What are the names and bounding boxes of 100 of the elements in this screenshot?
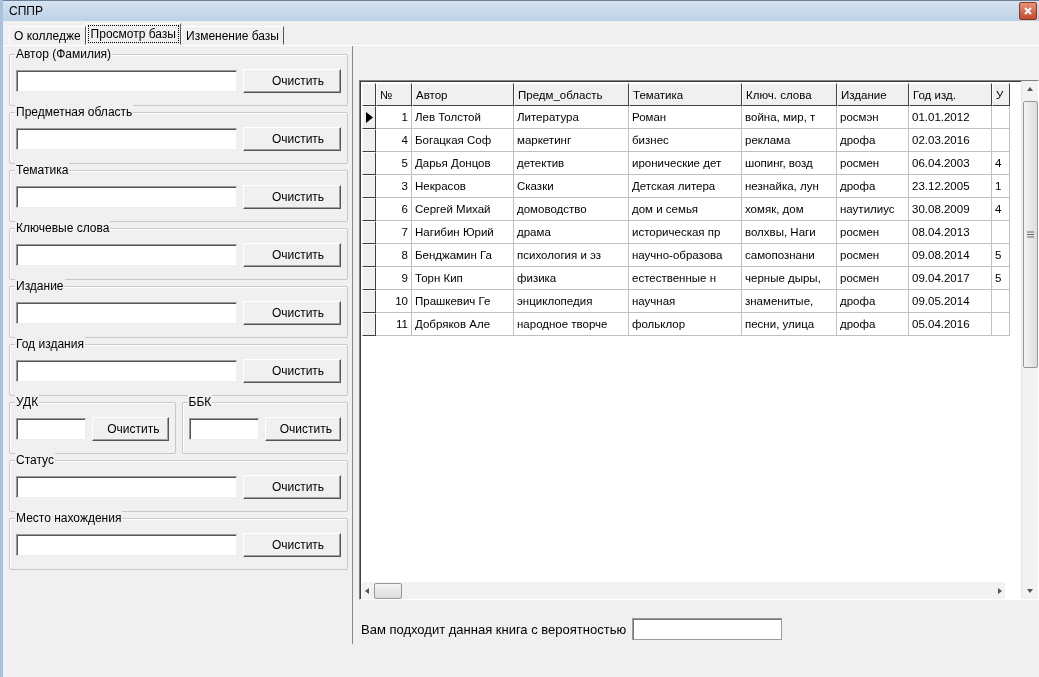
clear-button[interactable]: Очистить — [243, 127, 341, 151]
tab[interactable]: Изменение базы — [181, 26, 284, 45]
column-header[interactable]: Издание — [837, 83, 909, 106]
table-cell: 5 — [376, 152, 412, 175]
clear-button[interactable]: Очистить — [243, 243, 341, 267]
input-field[interactable] — [16, 70, 237, 92]
table-cell: 09.08.2014 — [909, 244, 992, 267]
table-cell: дом и семья — [629, 198, 742, 221]
input-field[interactable] — [16, 244, 237, 266]
clear-button[interactable]: Очистить — [243, 301, 341, 325]
clear-button[interactable]: Очистить — [243, 69, 341, 93]
table-cell: наутилиус — [837, 198, 909, 221]
table-cell: маркетинг — [514, 129, 629, 152]
column-header[interactable]: Ключ. слова — [742, 83, 837, 106]
column-header[interactable]: Предм_область — [514, 83, 629, 106]
table-cell: 8 — [376, 244, 412, 267]
row-selector[interactable] — [362, 175, 376, 198]
corner-header — [362, 83, 376, 106]
table-cell: шопинг, возд — [742, 152, 837, 175]
table-cell — [992, 221, 1010, 244]
tab[interactable]: Просмотр базы — [85, 23, 181, 45]
group-label: Издание — [15, 279, 65, 293]
table-cell: 9 — [376, 267, 412, 290]
table-cell: 1 — [992, 175, 1010, 198]
close-button[interactable] — [1019, 2, 1037, 20]
table-cell: Сказки — [514, 175, 629, 198]
tab[interactable]: О колледже — [9, 26, 86, 45]
table-cell: песни, улица — [742, 313, 837, 336]
table-cell: энциклопедия — [514, 290, 629, 313]
table-cell: фольклор — [629, 313, 742, 336]
input-field[interactable] — [16, 360, 237, 382]
row-selector[interactable] — [362, 129, 376, 152]
vertical-scrollbar[interactable] — [1021, 81, 1038, 599]
input-field[interactable] — [16, 476, 237, 498]
input-field[interactable] — [16, 186, 237, 208]
table-cell: Лев Толстой — [412, 106, 514, 129]
row-selector[interactable] — [362, 221, 376, 244]
table-cell: Нагибин Юрий — [412, 221, 514, 244]
grip-icon — [1026, 231, 1034, 238]
table-cell: детектив — [514, 152, 629, 175]
scroll-thumb[interactable] — [374, 582, 402, 599]
column-header[interactable]: Год изд. — [909, 83, 992, 106]
clear-button[interactable]: Очистить — [264, 417, 341, 441]
row-selector[interactable] — [362, 244, 376, 267]
row-selector[interactable] — [362, 313, 376, 336]
column-header[interactable]: Автор — [412, 83, 514, 106]
clear-button[interactable]: Очистить — [92, 417, 169, 441]
input-field[interactable] — [16, 302, 237, 324]
probability-field[interactable] — [632, 618, 783, 640]
table-cell: психология и эз — [514, 244, 629, 267]
table-cell: 30.08.2009 — [909, 198, 992, 221]
row-selector[interactable] — [362, 106, 376, 129]
input-field[interactable] — [16, 128, 237, 150]
table-cell: реклама — [742, 129, 837, 152]
table-cell: Торн Кип — [412, 267, 514, 290]
table-cell: война, мир, т — [742, 106, 837, 129]
table-cell: хомяк, дом — [742, 198, 837, 221]
table-cell — [992, 106, 1010, 129]
column-header[interactable]: Тематика — [629, 83, 742, 106]
table-cell: Литература — [514, 106, 629, 129]
clear-button[interactable]: Очистить — [243, 359, 341, 383]
clear-button[interactable]: Очистить — [243, 475, 341, 499]
close-icon — [1024, 7, 1032, 15]
group-label: Год издания — [15, 337, 85, 351]
probability-label: Вам подходит данная книга с вероятностью — [361, 621, 627, 637]
table-cell: народное творче — [514, 313, 629, 336]
table-cell: драма — [514, 221, 629, 244]
row-selector[interactable] — [362, 198, 376, 221]
clear-button[interactable]: Очистить — [243, 185, 341, 209]
table-cell: историческая пр — [629, 221, 742, 244]
group-label: Предметная область — [15, 105, 134, 119]
table-cell: росмен — [837, 267, 909, 290]
table-cell: физика — [514, 267, 629, 290]
column-header[interactable]: № — [376, 83, 412, 106]
table-cell: росмен — [837, 221, 909, 244]
table-cell: 4 — [992, 198, 1010, 221]
table-cell: черные дыры, — [742, 267, 837, 290]
table-cell: 11 — [376, 313, 412, 336]
table-cell: 4 — [992, 152, 1010, 175]
row-selector[interactable] — [362, 290, 376, 313]
group-label: Статус — [15, 453, 55, 467]
table-cell: самопознани — [742, 244, 837, 267]
row-selector[interactable] — [362, 267, 376, 290]
table-cell: 5 — [992, 244, 1010, 267]
table-cell: 06.04.2003 — [909, 152, 992, 175]
table-cell: Роман — [629, 106, 742, 129]
row-selector[interactable] — [362, 152, 376, 175]
table-cell: домоводство — [514, 198, 629, 221]
group-label: ББК — [187, 395, 213, 409]
column-header[interactable]: У — [992, 83, 1010, 106]
scroll-thumb[interactable] — [1022, 101, 1038, 368]
table-cell: 23.12.2005 — [909, 175, 992, 198]
table-cell: 6 — [376, 198, 412, 221]
input-field[interactable] — [16, 418, 87, 440]
input-field[interactable] — [188, 418, 259, 440]
horizontal-scrollbar[interactable] — [362, 582, 1005, 599]
table-cell: научная — [629, 290, 742, 313]
table-cell — [992, 129, 1010, 152]
input-field[interactable] — [16, 534, 237, 556]
clear-button[interactable]: Очистить — [243, 533, 341, 557]
